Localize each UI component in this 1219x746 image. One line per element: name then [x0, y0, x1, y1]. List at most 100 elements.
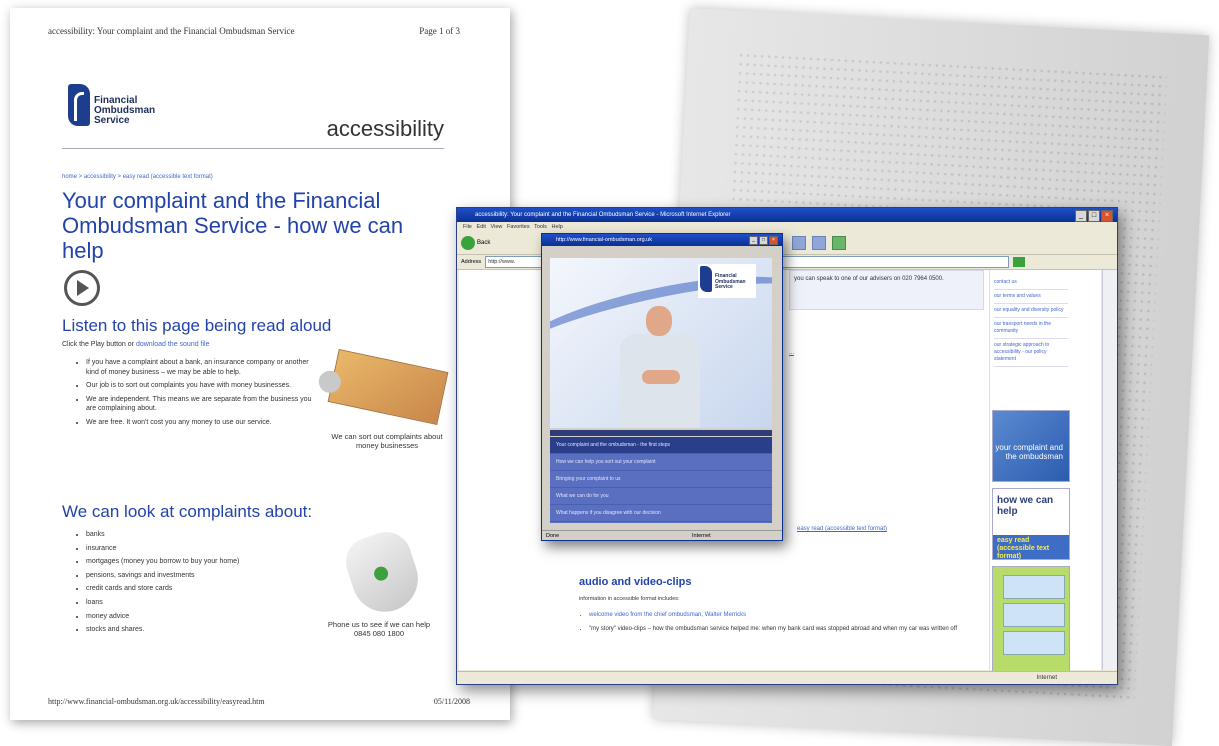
sidebar-link[interactable]: our terms and values: [994, 290, 1068, 304]
sidebar-link[interactable]: our equality and diversity policy: [994, 304, 1068, 318]
playlist-item[interactable]: What we can do for you: [550, 488, 772, 505]
back-button[interactable]: Back: [461, 236, 490, 250]
audio-video-intro: information in accessible format include…: [579, 596, 680, 602]
player-status-done: Done: [546, 533, 560, 539]
menu-favorites[interactable]: Favorites: [507, 224, 530, 230]
browser-status-bar: Internet: [457, 671, 1117, 684]
sidebar-link[interactable]: contact us: [994, 276, 1068, 290]
playlist-item[interactable]: Bringing your complaint to us: [550, 471, 772, 488]
list-item: welcome video from the chief ombudsman, …: [589, 610, 969, 620]
easy-read-label: easy read (accessible text format): [993, 535, 1069, 560]
player-maximize-button[interactable]: □: [759, 236, 768, 245]
maximize-button[interactable]: □: [1088, 210, 1100, 222]
promo-card: [1003, 575, 1065, 599]
sidebar-link[interactable]: our strategic approach to accessibility …: [994, 339, 1068, 367]
complaint-promo-label: your complaint and the ombudsman: [995, 443, 1063, 461]
video-logo-text: Financial Ombudsman Service: [715, 273, 746, 290]
playlist-item[interactable]: What happens if you disagree with our de…: [550, 505, 772, 522]
how-we-help-promo[interactable]: how we can help easy read (accessible te…: [992, 488, 1070, 560]
listen-text: Click the Play button or: [62, 341, 134, 348]
document-page-label: Page 1 of 3: [419, 26, 460, 36]
printed-document: accessibility: Your complaint and the Fi…: [10, 8, 510, 720]
menu-view[interactable]: View: [491, 224, 503, 230]
player-close-button[interactable]: ×: [769, 236, 778, 245]
video-logo: Financial Ombudsman Service: [698, 264, 756, 298]
list-item: credit cards and store cards: [86, 584, 316, 594]
list-item: insurance: [86, 544, 316, 554]
menu-help[interactable]: Help: [552, 224, 563, 230]
presenter-head: [646, 306, 672, 336]
sign-language-presenter: [612, 298, 708, 428]
document-footer-date: 05/11/2008: [433, 697, 470, 706]
sidebar-link[interactable]: our transport needs in the community: [994, 318, 1068, 339]
player-titlebar: http://www.financial-ombudsman.org.uk _ …: [542, 234, 782, 246]
telephone-image: [339, 525, 427, 621]
phone-number: 0845 080 1800: [353, 629, 405, 638]
ombudsman-logo-icon: [68, 84, 90, 126]
player-status-bar: Done Internet: [542, 530, 782, 540]
easy-read-link[interactable]: easy read (accessible text format): [797, 526, 887, 532]
promo-card: [1003, 631, 1065, 655]
section-title: accessibility: [326, 116, 444, 141]
breadcrumb: home > accessibility > easy read (access…: [62, 174, 213, 180]
money-caption: We can sort out complaints about money b…: [331, 432, 443, 450]
player-zone: Internet: [692, 533, 711, 539]
sidebar-links: contact us our terms and values our equa…: [994, 276, 1068, 367]
back-arrow-icon: [461, 236, 475, 250]
welcome-video-link[interactable]: welcome video from the chief ombudsman, …: [589, 612, 746, 618]
list-item: pensions, savings and investments: [86, 571, 316, 581]
cards-promo[interactable]: [992, 566, 1070, 672]
list-item: loans: [86, 598, 316, 608]
history-icon[interactable]: [812, 236, 827, 250]
header-divider: [62, 148, 444, 149]
menu-file[interactable]: File: [463, 224, 472, 230]
menu-tools[interactable]: Tools: [534, 224, 547, 230]
how-we-help-label: how we can help: [997, 495, 1054, 517]
playlist-item[interactable]: How we can help you sort out your compla…: [550, 454, 772, 471]
menu-bar: File Edit View Favorites Tools Help: [457, 222, 1117, 232]
list-item: mortgages (money you borrow to buy your …: [86, 557, 316, 567]
right-sidebar: contact us our terms and values our equa…: [989, 270, 1070, 672]
list-item: banks: [86, 530, 316, 540]
audio-video-list: welcome video from the chief ombudsman, …: [579, 610, 969, 638]
list-item: stocks and shares.: [86, 625, 316, 635]
go-button[interactable]: [1013, 257, 1026, 267]
minimize-button[interactable]: _: [1075, 210, 1087, 222]
list-item: If you have a complaint about a bank, an…: [86, 358, 316, 377]
contact-box: you can speak to one of our advisers on …: [789, 270, 984, 310]
complaint-promo[interactable]: your complaint and the ombudsman: [992, 410, 1070, 482]
browser-titlebar: accessibility: Your complaint and the Fi…: [457, 208, 1117, 222]
media-icon[interactable]: [832, 236, 847, 250]
logo-text: Financial Ombudsman Service: [94, 95, 156, 126]
close-button[interactable]: ×: [1101, 210, 1113, 222]
content-link[interactable]: ...: [789, 350, 794, 356]
playlist-item[interactable]: Your complaint and the ombudsman - the f…: [550, 437, 772, 454]
video-frame[interactable]: Financial Ombudsman Service: [550, 258, 772, 428]
list-item: "my story" video-clips – how the ombudsm…: [589, 624, 969, 634]
video-player-window: http://www.financial-ombudsman.org.uk _ …: [541, 233, 783, 541]
complaints-heading: We can look at complaints about:: [62, 502, 313, 521]
browser-title: accessibility: Your complaint and the Fi…: [475, 212, 731, 218]
back-label: Back: [477, 240, 491, 246]
document-header-title: accessibility: Your complaint and the Fi…: [48, 26, 295, 36]
menu-edit[interactable]: Edit: [476, 224, 485, 230]
phone-caption: Phone us to see if we can help 0845 080 …: [314, 620, 444, 638]
favorites-icon[interactable]: [792, 236, 807, 250]
complaint-types-list: banks insurance mortgages (money you bor…: [72, 530, 316, 639]
vertical-scrollbar[interactable]: [1102, 270, 1117, 670]
promo-card: [1003, 603, 1065, 627]
presenter-hands: [642, 370, 680, 384]
audio-video-heading: audio and video-clips: [579, 576, 692, 588]
video-playlist: Your complaint and the ombudsman - the f…: [550, 437, 772, 523]
browser-zone: Internet: [1036, 675, 1057, 681]
list-item: Our job is to sort out complaints you ha…: [86, 381, 316, 391]
listen-instruction: Click the Play button or download the so…: [62, 340, 210, 350]
player-minimize-button[interactable]: _: [749, 236, 758, 245]
download-sound-link: download the sound file: [135, 341, 210, 348]
list-item: We are free. It won't cost you any money…: [86, 418, 316, 428]
list-item: money advice: [86, 612, 316, 622]
player-title: http://www.financial-ombudsman.org.uk: [556, 237, 652, 243]
play-icon: [64, 270, 100, 306]
video-controls[interactable]: [550, 430, 772, 436]
help-bullet-list: If you have a complaint about a bank, an…: [72, 358, 316, 432]
